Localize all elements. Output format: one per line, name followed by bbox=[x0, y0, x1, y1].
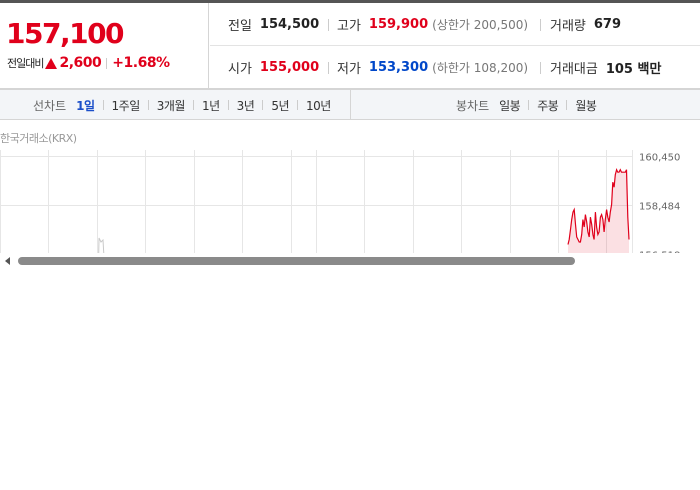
tab-1week[interactable]: 1주일 bbox=[112, 97, 141, 114]
trade-value: 거래대금 105 백만 bbox=[550, 46, 661, 89]
high-price: 고가 159,900 (상한가 200,500) bbox=[337, 3, 528, 46]
divider bbox=[192, 100, 194, 110]
volume-label: 거래량 bbox=[550, 19, 586, 34]
open-value: 155,000 bbox=[259, 60, 320, 75]
quote-details: 전일 154,500 고가 159,900 (상한가 200,500) 거래량 … bbox=[210, 3, 700, 89]
current-price: 157,100 bbox=[6, 17, 125, 50]
low-value: 153,300 bbox=[368, 60, 429, 75]
candle-chart-tabs: 봉차트 일봉 주봉 월봉 bbox=[351, 90, 700, 120]
divider bbox=[540, 19, 541, 31]
tab-3months[interactable]: 3개월 bbox=[157, 97, 186, 114]
tab-1year[interactable]: 1년 bbox=[202, 97, 220, 114]
divider bbox=[328, 19, 329, 31]
tab-daily-candle[interactable]: 일봉 bbox=[499, 97, 521, 114]
divider bbox=[528, 100, 530, 110]
high-value: 159,900 bbox=[368, 17, 429, 32]
open-label: 시가 bbox=[228, 62, 252, 77]
tab-10years[interactable]: 10년 bbox=[306, 97, 331, 114]
prev-close: 전일 154,500 bbox=[228, 3, 319, 46]
period-tabs: 선차트 1일 1주일 3개월 1년 3년 5년 10년 bbox=[33, 90, 331, 120]
price-summary: 157,100 전일대비 2,600 +1.68% bbox=[0, 3, 209, 89]
change-amount: 2,600 bbox=[59, 55, 102, 71]
divider bbox=[540, 62, 541, 74]
divider bbox=[106, 57, 108, 69]
chart-scrollbar[interactable] bbox=[0, 253, 700, 269]
volume: 거래량 679 bbox=[550, 3, 621, 46]
price-chart-svg: 160,450158,484156,518 bbox=[0, 150, 680, 253]
quote-row-2: 시가 155,000 저가 153,300 (하한가 108,200) 거래대금… bbox=[210, 46, 700, 89]
change-percent: +1.68% bbox=[112, 55, 170, 71]
trade-value-label: 거래대금 bbox=[550, 62, 598, 77]
scroll-left-arrow-icon[interactable] bbox=[5, 257, 10, 265]
divider bbox=[227, 100, 229, 110]
change-row: 전일대비 2,600 +1.68% bbox=[7, 53, 170, 73]
tab-monthly-candle[interactable]: 월봉 bbox=[575, 97, 597, 114]
divider bbox=[102, 100, 104, 110]
scroll-thumb[interactable] bbox=[18, 257, 575, 265]
chart-tab-bar: 선차트 1일 1주일 3개월 1년 3년 5년 10년 봉차트 일봉 주봉 월봉 bbox=[0, 89, 700, 120]
tab-3years[interactable]: 3년 bbox=[237, 97, 255, 114]
low-label: 저가 bbox=[337, 62, 361, 77]
price-chart: 160,450158,484156,518 bbox=[0, 150, 700, 253]
quote-panel: 157,100 전일대비 2,600 +1.68% 전일 154,500 고가 … bbox=[0, 3, 700, 89]
open-price: 시가 155,000 bbox=[228, 46, 319, 89]
price-line-early bbox=[98, 237, 105, 253]
price-area bbox=[568, 169, 629, 253]
divider bbox=[566, 100, 568, 110]
quote-row-1: 전일 154,500 고가 159,900 (상한가 200,500) 거래량 … bbox=[210, 3, 700, 46]
change-label: 전일대비 bbox=[7, 57, 44, 70]
line-chart-tabs: 선차트 1일 1주일 3개월 1년 3년 5년 10년 bbox=[0, 90, 351, 120]
divider bbox=[328, 62, 329, 74]
chart-source: 한국거래소(KRX) bbox=[0, 132, 77, 145]
y-tick-label: 158,484 bbox=[639, 202, 680, 213]
divider bbox=[262, 100, 264, 110]
divider bbox=[297, 100, 299, 110]
trade-value-value: 105 백만 bbox=[605, 62, 662, 77]
divider bbox=[147, 100, 149, 110]
prev-close-value: 154,500 bbox=[259, 17, 320, 32]
upper-limit: (상한가 200,500) bbox=[432, 18, 529, 32]
line-chart-title: 선차트 bbox=[33, 98, 67, 113]
up-triangle-icon bbox=[45, 57, 58, 69]
tab-weekly-candle[interactable]: 주봉 bbox=[537, 97, 559, 114]
candle-tabs: 봉차트 일봉 주봉 월봉 bbox=[456, 90, 597, 120]
y-tick-label: 160,450 bbox=[639, 153, 680, 164]
prev-close-label: 전일 bbox=[228, 19, 252, 34]
volume-value: 679 bbox=[593, 17, 622, 32]
lower-limit: (하한가 108,200) bbox=[432, 61, 529, 75]
tab-5years[interactable]: 5년 bbox=[271, 97, 289, 114]
low-price: 저가 153,300 (하한가 108,200) bbox=[337, 46, 528, 89]
tab-1day[interactable]: 1일 bbox=[76, 97, 95, 114]
candle-chart-title: 봉차트 bbox=[456, 98, 490, 113]
high-label: 고가 bbox=[337, 19, 361, 34]
